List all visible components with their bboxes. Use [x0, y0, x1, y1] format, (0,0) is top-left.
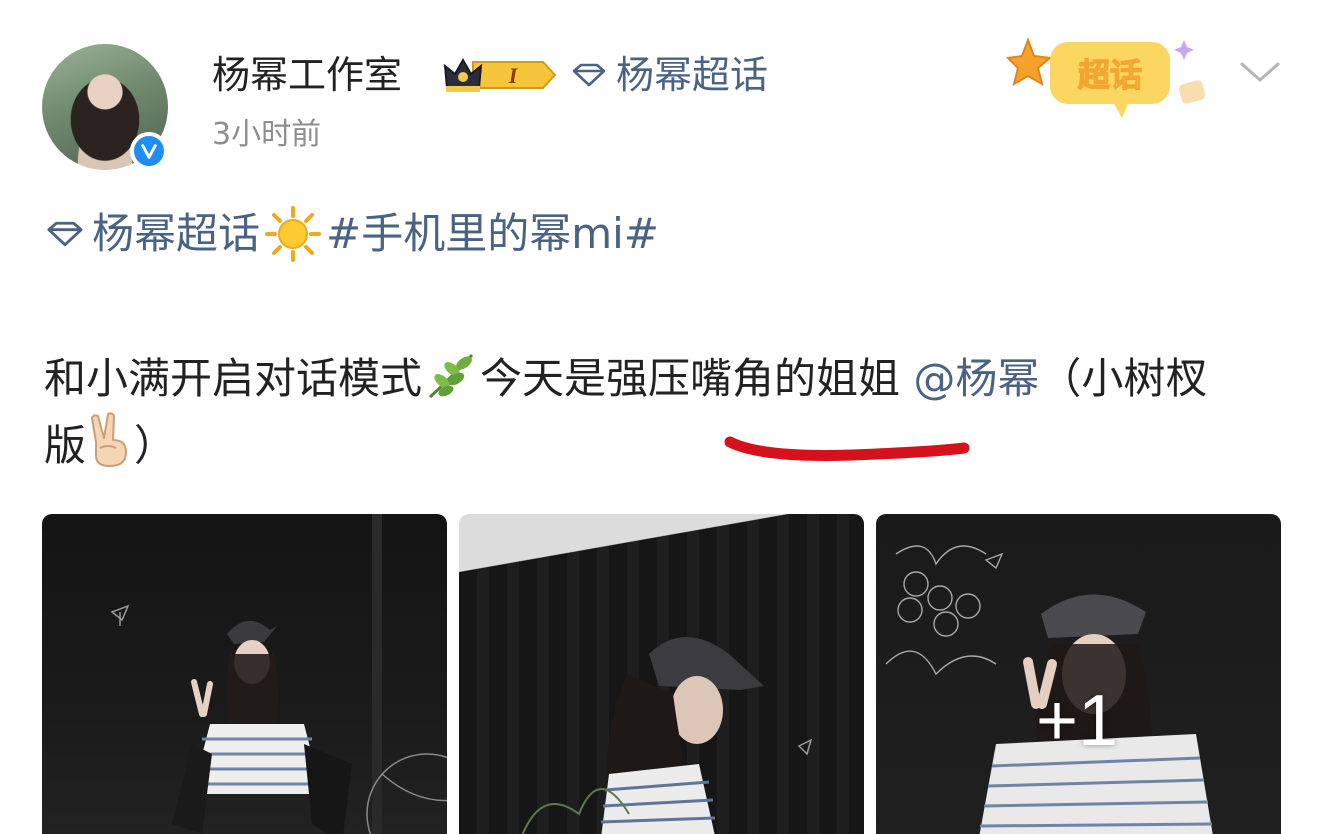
photo-figure: [885, 545, 1213, 834]
more-images-count[interactable]: +1: [1036, 676, 1118, 766]
mention-link[interactable]: @杨幂: [913, 354, 1039, 403]
verified-check-icon: [130, 132, 168, 170]
image-thumbnail-2[interactable]: [459, 514, 864, 834]
chevron-down-icon[interactable]: [1238, 56, 1282, 86]
supertopic-link[interactable]: 杨幂超话: [570, 50, 768, 100]
victory-hand-emoji: [91, 412, 128, 467]
image-thumbnail-3[interactable]: [876, 514, 1281, 834]
post-body: 和小满开启对话模式 今天是强压嘴角的姐姐 @杨幂（小树杈版 ）: [44, 346, 1244, 479]
topic-line: 杨幂超话 #手机里的幂mi#: [44, 204, 659, 264]
post-timestamp: 3小时前: [212, 117, 322, 152]
sun-emoji: [265, 206, 322, 262]
body-text-part2: 今天是强压嘴角的姐姐: [480, 354, 901, 403]
body-text-part4: ）: [134, 421, 177, 470]
supertopic-link-label: 杨幂超话: [616, 53, 769, 97]
supertopic-diamond-icon: [47, 221, 83, 247]
username[interactable]: 杨幂工作室: [212, 50, 402, 100]
image-thumbnail-1[interactable]: [42, 514, 447, 834]
chaohua-badge-label: 超话: [1078, 56, 1142, 94]
red-underline-annotation: [724, 436, 970, 461]
supertopic-diamond-icon: [570, 62, 608, 88]
hashtag-link[interactable]: #手机里的幂mi#: [326, 204, 659, 264]
fan-level-badge[interactable]: I: [443, 54, 557, 96]
topic-link[interactable]: 杨幂超话: [44, 204, 260, 264]
topic-label: 杨幂超话: [92, 209, 261, 258]
photo-figure: [521, 637, 813, 834]
weibo-post: 杨幂工作室 I 杨幂超话 3小时前 超话 杨幂超话 #手机里的幂mi# 和小满开…: [0, 0, 1320, 834]
herb-emoji: [429, 353, 474, 399]
fan-level-text: I: [508, 63, 519, 88]
body-text-part1: 和小满开启对话模式: [44, 354, 423, 403]
photo-figure: [110, 604, 447, 834]
chaohua-badge[interactable]: 超话: [1004, 30, 1214, 126]
